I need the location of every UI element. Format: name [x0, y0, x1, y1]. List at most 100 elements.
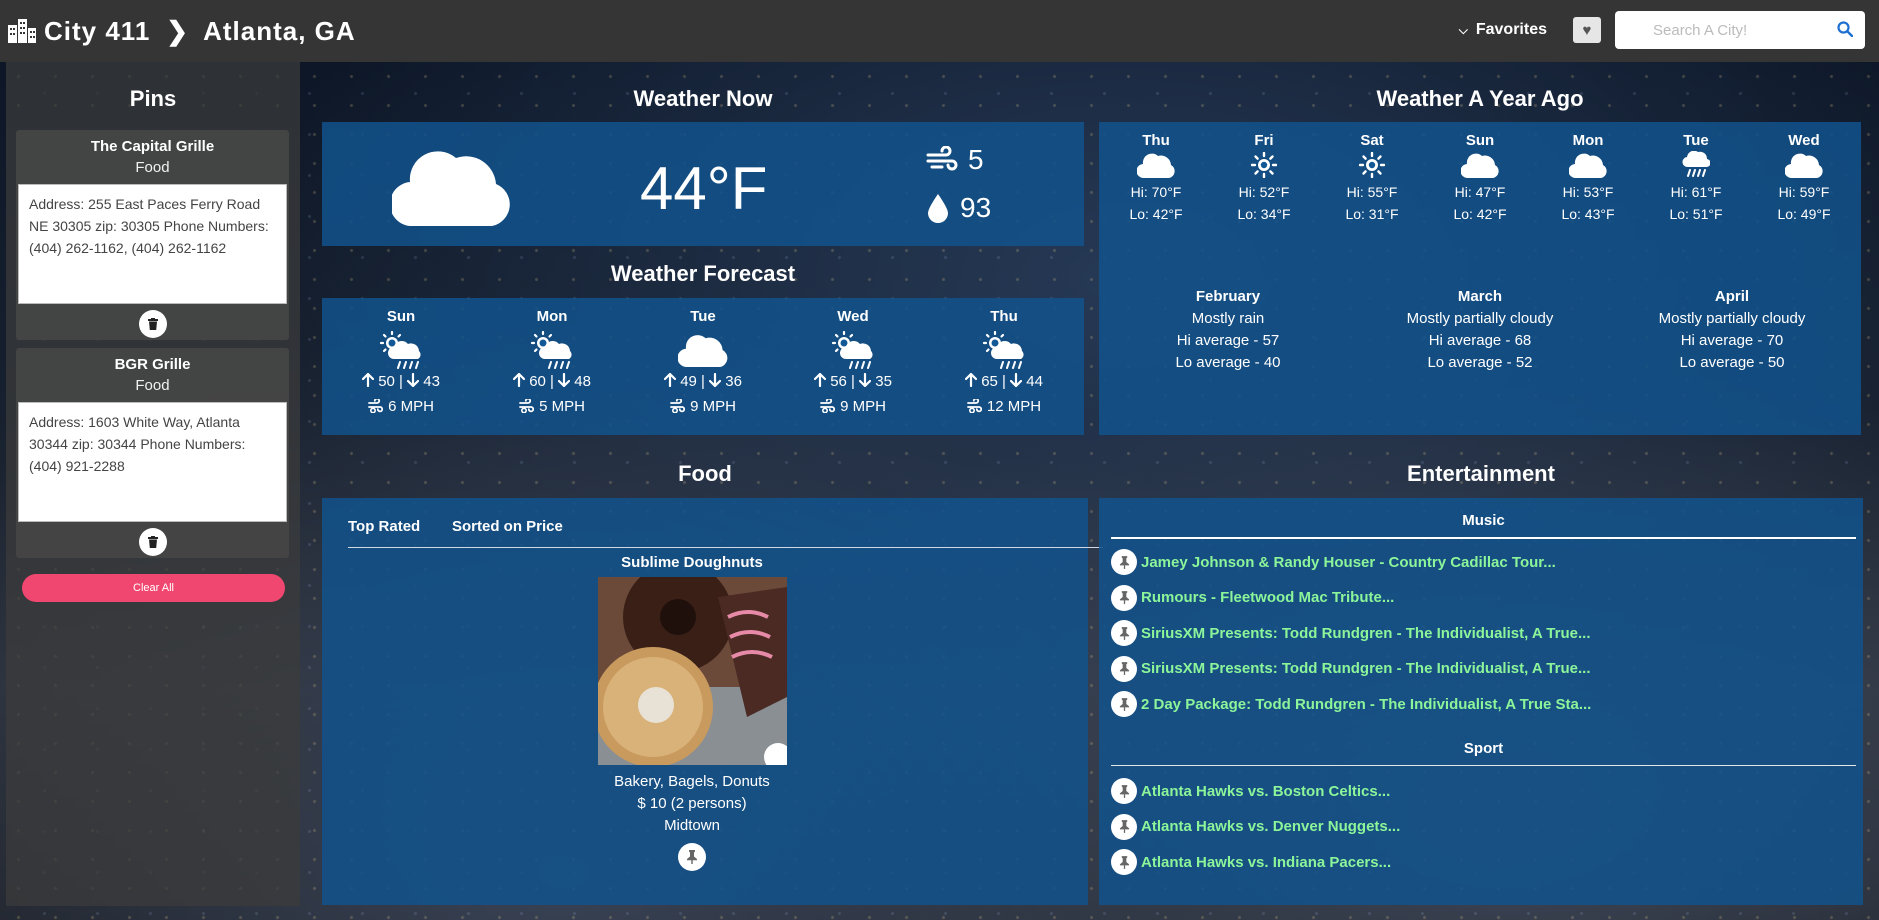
- music-event-item[interactable]: Jamey Johnson & Randy Houser - Country C…: [1111, 549, 1556, 575]
- year-ago-lo: Lo: 42°F: [1453, 206, 1507, 222]
- forecast-day: Sun 50 | 43 6 MPH: [346, 308, 456, 415]
- year-ago-lo: Lo: 31°F: [1345, 206, 1399, 222]
- event-link[interactable]: SiriusXM Presents: Todd Rundgren - The I…: [1141, 660, 1591, 677]
- pushpin-icon[interactable]: [1111, 691, 1137, 717]
- cloud-icon: [1435, 149, 1525, 181]
- forecast-wind: 12 MPH: [949, 397, 1059, 415]
- pin-restaurant-button[interactable]: [678, 843, 706, 871]
- buildings-icon: [8, 19, 36, 43]
- month-hi-average: Hi average - 70: [1680, 332, 1784, 349]
- forecast-hi-lo: 65 | 44: [949, 372, 1059, 390]
- tab-sorted-on-price[interactable]: Sorted on Price: [452, 518, 563, 535]
- search-icon[interactable]: [1837, 21, 1853, 37]
- music-event-item[interactable]: 2 Day Package: Todd Rundgren - The Indiv…: [1111, 691, 1591, 717]
- cloud-icon: [1759, 149, 1849, 181]
- month-name: February: [1195, 288, 1261, 305]
- year-ago-day-name: Wed: [1788, 132, 1820, 149]
- restaurant-price: $ 10 (2 persons): [637, 795, 747, 812]
- entertainment-title: Entertainment: [1407, 461, 1555, 486]
- delete-pin-button[interactable]: [138, 528, 167, 556]
- year-ago-day: Sat Hi: 55°F Lo: 31°F: [1327, 132, 1417, 225]
- event-link[interactable]: Atlanta Hawks vs. Boston Celtics...: [1141, 783, 1390, 800]
- month-hi-average: Hi average - 57: [1176, 332, 1280, 349]
- forecast-day: Tue 49 | 36 9 MPH: [648, 308, 758, 415]
- arrow-up-icon: [361, 372, 375, 390]
- add-favorite-button[interactable]: ♥: [1573, 17, 1601, 43]
- clear-all-button[interactable]: Clear All: [22, 574, 285, 602]
- cloud-icon: [1111, 149, 1201, 181]
- pushpin-icon[interactable]: [1111, 549, 1137, 575]
- year-ago-lo: Lo: 43°F: [1561, 206, 1615, 222]
- arrow-down-icon: [558, 372, 571, 390]
- forecast-panel: Sun 50 | 43 6 MPH Mon 60 | 48 5 MPH Tue 49 |…: [322, 298, 1084, 435]
- forecast-day: Mon 60 | 48 5 MPH: [497, 308, 607, 415]
- month-lo-average: Lo average - 52: [1427, 354, 1533, 371]
- brand[interactable]: City 411 ❯ Atlanta, GA: [8, 16, 356, 47]
- month-summary: Mostly partially cloudy: [1406, 310, 1554, 327]
- weather-forecast-title: Weather Forecast: [610, 261, 796, 286]
- sport-event-item[interactable]: Atlanta Hawks vs. Denver Nuggets...: [1111, 813, 1400, 840]
- wind-speed: 5: [926, 144, 984, 176]
- pushpin-icon[interactable]: [1111, 813, 1137, 840]
- sport-event-item[interactable]: Atlanta Hawks vs. Boston Celtics...: [1111, 778, 1390, 804]
- arrow-down-icon: [709, 372, 722, 390]
- month-lo-average: Lo average - 50: [1679, 354, 1785, 371]
- current-city: Atlanta, GA: [203, 15, 356, 46]
- wind-icon: [519, 397, 539, 415]
- delete-pin-button[interactable]: [138, 310, 167, 338]
- forecast-wind: 5 MPH: [497, 397, 607, 415]
- chevron-down-icon: ⌵: [1458, 22, 1468, 37]
- event-link[interactable]: SiriusXM Presents: Todd Rundgren - The I…: [1141, 625, 1591, 642]
- year-ago-hi: Hi: 55°F: [1346, 184, 1398, 200]
- event-link[interactable]: 2 Day Package: Todd Rundgren - The Indiv…: [1141, 696, 1591, 713]
- favorites-label: Favorites: [1475, 21, 1547, 38]
- event-link[interactable]: Rumours - Fleetwood Mac Tribute...: [1141, 589, 1394, 606]
- pushpin-icon[interactable]: [1111, 620, 1137, 646]
- pin-details-textarea[interactable]: Address: 255 East Paces Ferry Road NE 30…: [18, 184, 287, 304]
- cloud-icon: [392, 151, 510, 226]
- arrow-down-icon: [859, 372, 872, 390]
- arrow-up-icon: [663, 372, 677, 390]
- pins-panel: Pins The Capital Grille Food Address: 25…: [6, 62, 300, 906]
- pin-details-textarea[interactable]: Address: 1603 White Way, Atlanta 30344 z…: [18, 402, 287, 522]
- forecast-wind: 9 MPH: [648, 397, 758, 415]
- wind-value: 5: [968, 144, 984, 175]
- event-link[interactable]: Atlanta Hawks vs. Denver Nuggets...: [1141, 818, 1400, 835]
- search-input[interactable]: [1615, 11, 1865, 49]
- year-ago-day-name: Sat: [1360, 132, 1384, 149]
- event-link[interactable]: Jamey Johnson & Randy Houser - Country C…: [1141, 554, 1556, 571]
- forecast-wind-value: 9 MPH: [840, 398, 886, 415]
- sport-event-item[interactable]: Atlanta Hawks vs. Indiana Pacers...: [1111, 849, 1391, 875]
- year-ago-panel: Thu Hi: 70°F Lo: 42°F Fri Hi: 52°F Lo: 34°F Sa…: [1099, 122, 1861, 435]
- music-event-item[interactable]: SiriusXM Presents: Todd Rundgren - The I…: [1111, 620, 1591, 646]
- forecast-hi: 56: [830, 373, 847, 390]
- favorites-dropdown[interactable]: ⌵ Favorites: [1459, 21, 1547, 39]
- forecast-lo: 43: [423, 373, 440, 390]
- pushpin-icon[interactable]: [1111, 584, 1137, 611]
- sun-rain-icon: [346, 329, 456, 371]
- year-ago-lo: Lo: 42°F: [1129, 206, 1183, 222]
- year-ago-day: Wed Hi: 59°F Lo: 49°F: [1759, 132, 1849, 225]
- forecast-wind-value: 6 MPH: [388, 398, 434, 415]
- pushpin-icon[interactable]: [1111, 849, 1137, 875]
- music-event-item[interactable]: SiriusXM Presents: Todd Rundgren - The I…: [1111, 655, 1591, 682]
- year-ago-day-name: Mon: [1572, 132, 1604, 149]
- pushpin-icon[interactable]: [1111, 778, 1137, 804]
- sun-rain-icon: [798, 329, 908, 371]
- music-event-item[interactable]: Rumours - Fleetwood Mac Tribute...: [1111, 584, 1394, 611]
- pushpin-icon[interactable]: [1111, 655, 1137, 682]
- year-ago-month: March Mostly partially cloudy Hi average -…: [1370, 286, 1590, 374]
- forecast-lo: 44: [1026, 373, 1043, 390]
- restaurant-photo[interactable]: [597, 577, 787, 765]
- year-ago-month: February Mostly rain Hi average - 57 Lo ave…: [1118, 286, 1338, 374]
- sun-icon: [1327, 149, 1417, 181]
- event-link[interactable]: Atlanta Hawks vs. Indiana Pacers...: [1141, 854, 1391, 871]
- arrow-down-icon: [1010, 372, 1023, 390]
- forecast-day-name: Sun: [386, 308, 416, 325]
- year-ago-title: Weather A Year Ago: [1376, 86, 1584, 111]
- tab-top-rated[interactable]: Top Rated: [348, 518, 420, 535]
- pushpin-icon: [687, 850, 697, 864]
- forecast-day: Wed 56 | 35 9 MPH: [798, 308, 908, 415]
- month-summary: Mostly rain: [1191, 310, 1265, 327]
- trash-icon: [147, 318, 158, 330]
